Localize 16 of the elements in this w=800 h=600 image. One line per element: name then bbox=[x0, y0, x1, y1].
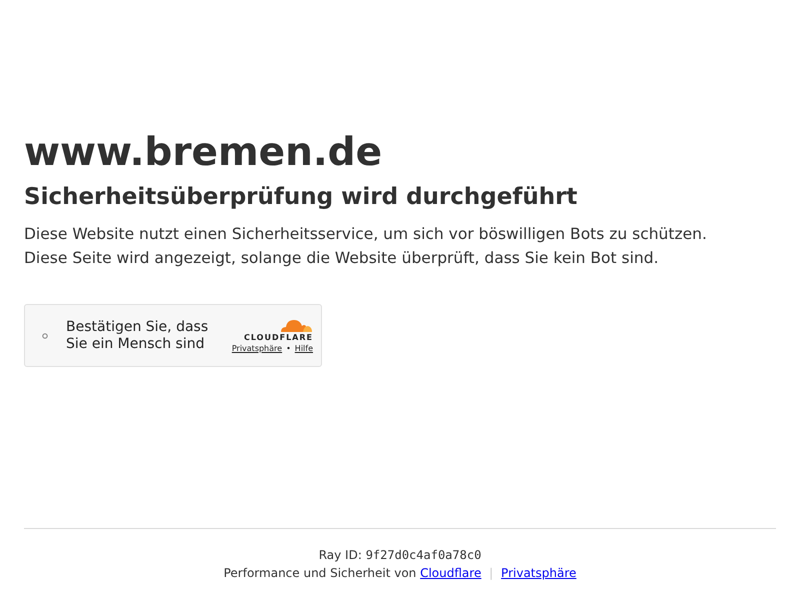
privacy-link[interactable]: Privatsphäre bbox=[501, 566, 576, 580]
ray-id-label: Ray ID: bbox=[318, 548, 362, 562]
link-separator: | bbox=[489, 566, 494, 580]
description-text: Diese Seite wird angezeigt, solange die Website überprüft, dass Sie kein Bot sind. bbox=[24, 248, 660, 269]
privacy-link[interactable]: Privatsphäre bbox=[232, 342, 282, 354]
brand-name: CLOUDFLARE bbox=[244, 332, 313, 342]
spinner-icon bbox=[42, 332, 48, 338]
link-separator: • bbox=[286, 342, 291, 354]
site-title: www.bremen.de bbox=[24, 129, 384, 177]
help-link[interactable]: Hilfe bbox=[294, 342, 313, 354]
description-text: Diese Website nutzt einen Sicherheitsservice, um sich vor böswilligen Bots zu schützen. bbox=[24, 224, 708, 245]
credit-text: Performance und Sicherheit von bbox=[224, 566, 416, 580]
verification-label: Bestätigen Sie, dass Sie ein Mensch sind bbox=[66, 318, 210, 352]
cloudflare-link[interactable]: Cloudflare bbox=[420, 566, 482, 580]
page-heading: Sicherheitsüberprüfung wird durchgeführt bbox=[24, 183, 578, 212]
ray-id-value: 9f27d0c4af0a78c0 bbox=[366, 548, 482, 562]
